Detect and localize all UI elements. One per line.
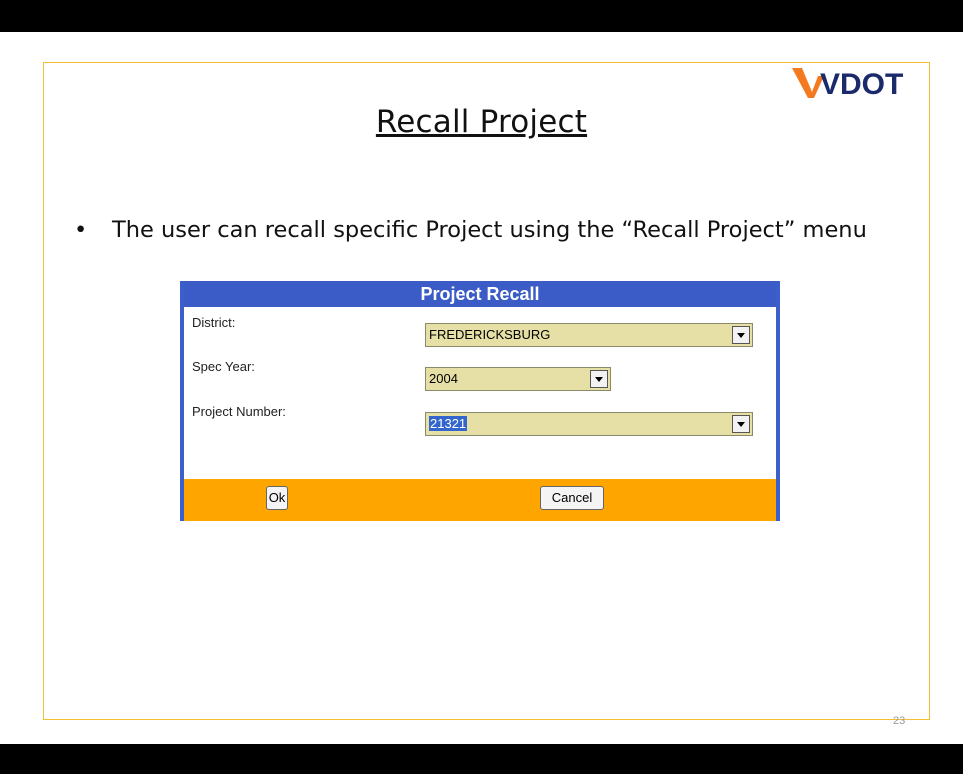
dialog-footer: Ok Cancel (184, 479, 776, 521)
chevron-down-icon[interactable] (732, 415, 750, 433)
project-recall-dialog: Project Recall District: FREDERICKSBURG … (180, 281, 780, 521)
project-number-label: Project Number: (192, 404, 286, 419)
page-number: 23 (893, 715, 906, 727)
vdot-logo: VDOT (788, 62, 930, 102)
bullet-text: The user can recall specific Project usi… (112, 217, 867, 243)
project-number-value: 21321 (429, 416, 468, 431)
spec-year-label: Spec Year: (192, 359, 255, 374)
dialog-title: Project Recall (184, 281, 776, 307)
district-value: FREDERICKSBURG (429, 327, 551, 342)
cancel-button[interactable]: Cancel (540, 486, 604, 510)
ok-button[interactable]: Ok (266, 486, 288, 510)
district-select[interactable]: FREDERICKSBURG (425, 323, 753, 347)
bullet-icon: • (74, 217, 88, 243)
chevron-down-icon[interactable] (590, 370, 608, 388)
project-number-select[interactable]: 21321 (425, 412, 753, 436)
vdot-logo-graphic: VDOT (792, 68, 903, 101)
spec-year-select[interactable]: 2004 (425, 367, 611, 391)
logo-text: VDOT (820, 68, 903, 101)
slide-title: Recall Project (375, 104, 588, 140)
chevron-down-icon[interactable] (732, 326, 750, 344)
district-label: District: (192, 315, 236, 330)
spec-year-value: 2004 (429, 371, 458, 386)
